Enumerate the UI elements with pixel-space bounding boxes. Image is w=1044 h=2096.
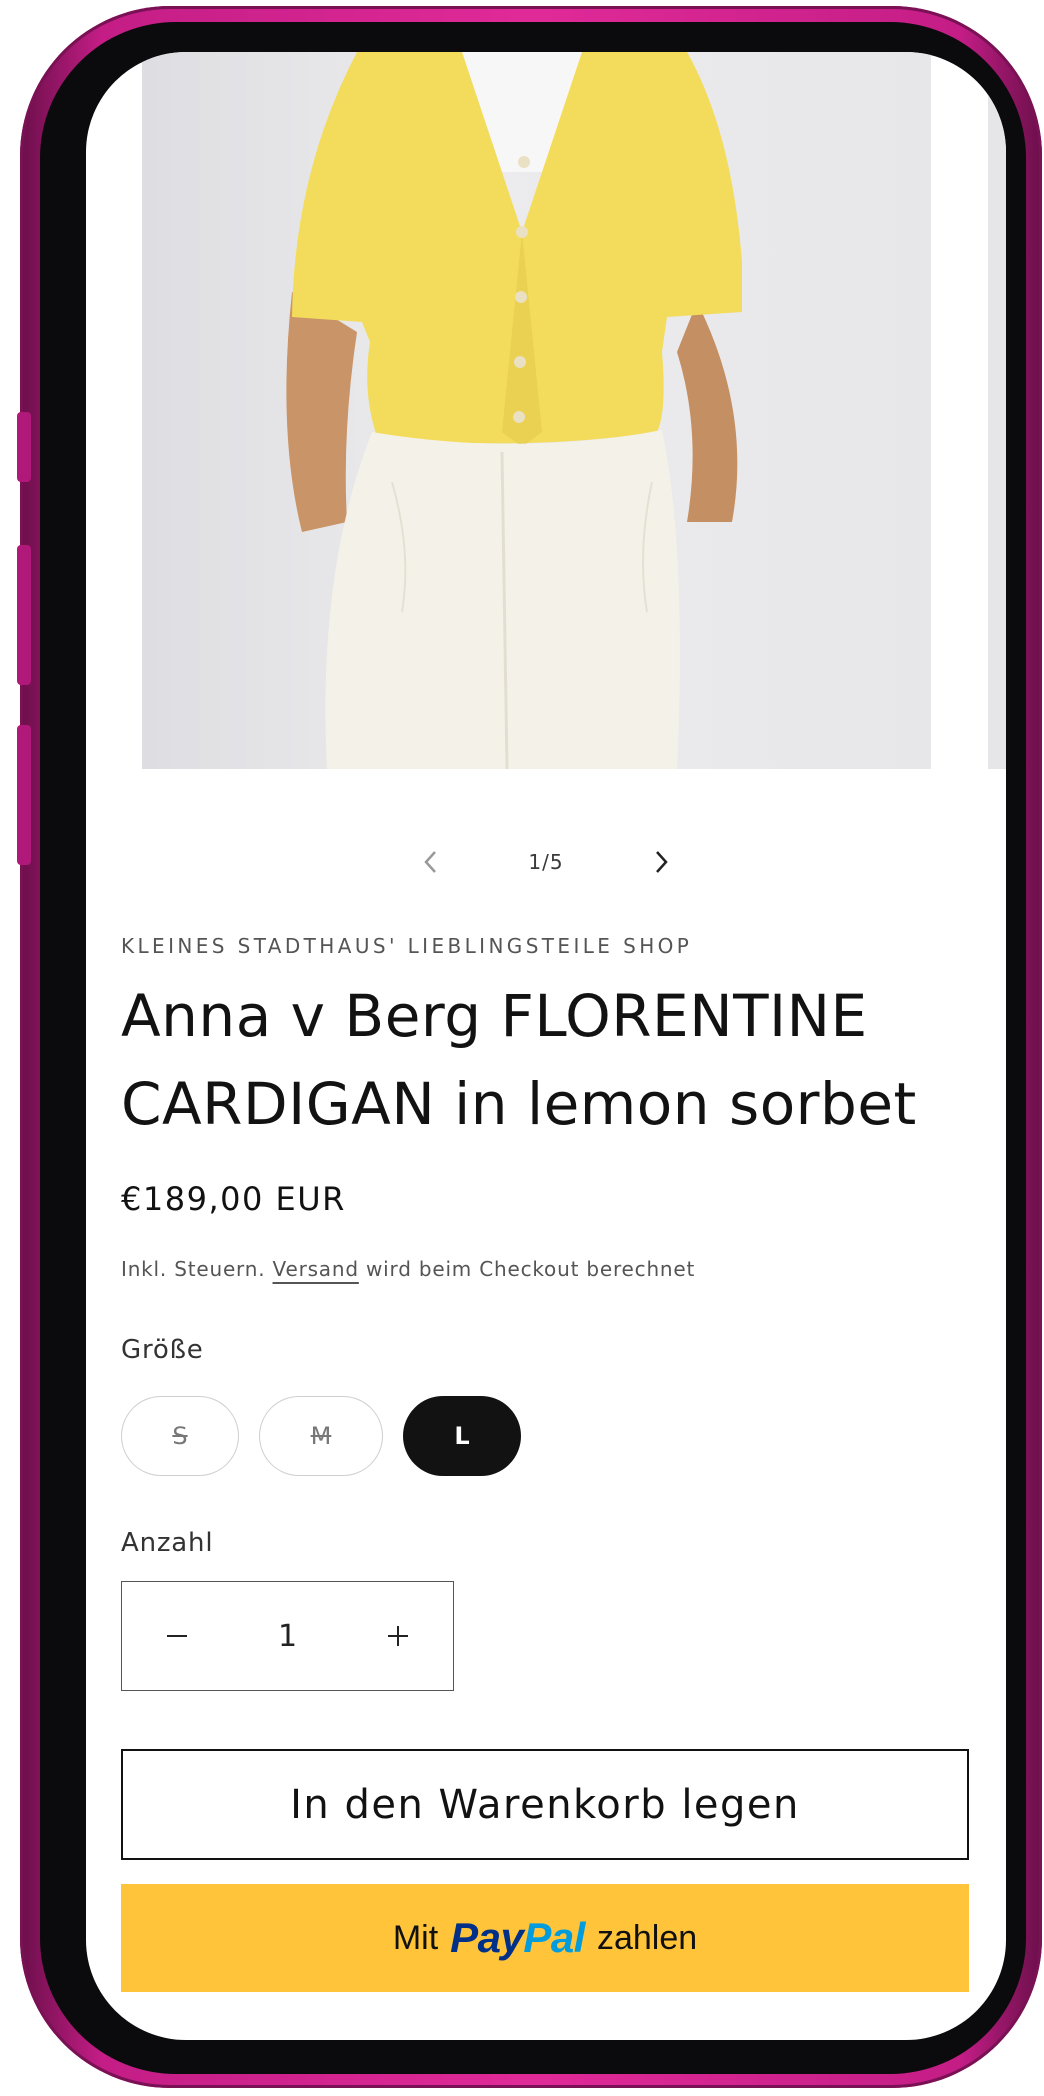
tax-note-suffix: wird beim Checkout berechnet <box>366 1257 696 1281</box>
phone-volume-up-button <box>17 545 31 685</box>
tax-note-prefix: Inkl. Steuern. <box>121 1257 266 1281</box>
next-slide-button[interactable] <box>631 832 691 892</box>
product-title: Anna v Berg FLORENTINE CARDIGAN in lemon… <box>121 982 917 1138</box>
size-option-l[interactable]: L <box>403 1396 521 1476</box>
increase-quantity-button[interactable] <box>343 1582 453 1690</box>
vendor-name: KLEINES STADTHAUS' LIEBLINGSTEILE SHOP <box>121 934 693 958</box>
minus-icon <box>167 1635 187 1637</box>
paypal-prefix: Mit <box>392 1918 439 1957</box>
paypal-checkout-button[interactable]: Mit PayPal zahlen <box>121 1884 969 1992</box>
phone-screen: 1/5 KLEINES STADTHAUS' LIEBLINGSTEILE SH… <box>86 52 1006 2040</box>
decrease-quantity-button[interactable] <box>122 1582 232 1690</box>
product-photo-illustration <box>286 52 742 769</box>
paypal-logo: PayPal <box>450 1914 585 1962</box>
add-to-cart-button[interactable]: In den Warenkorb legen <box>121 1749 969 1860</box>
previous-slide-button[interactable] <box>401 832 461 892</box>
paypal-suffix: zahlen <box>596 1918 698 1957</box>
chevron-left-icon <box>424 851 436 873</box>
phone-side-button <box>17 412 31 482</box>
size-option-s[interactable]: S <box>121 1396 239 1476</box>
size-option-m[interactable]: M <box>259 1396 383 1476</box>
chevron-right-icon <box>656 851 668 873</box>
product-price: €189,00 EUR <box>121 1180 346 1218</box>
size-label: Größe <box>121 1335 204 1365</box>
slider-navigation: 1/5 <box>86 832 1006 892</box>
next-slide-preview[interactable] <box>988 52 1006 769</box>
size-options: S M L <box>121 1396 521 1476</box>
paypal-logo-pay: Pay <box>450 1914 524 1961</box>
quantity-label: Anzahl <box>121 1528 214 1558</box>
plus-icon <box>388 1626 408 1646</box>
tax-shipping-note: Inkl. Steuern. Versand wird beim Checkou… <box>121 1257 695 1281</box>
slide-counter: 1/5 <box>528 850 564 874</box>
shipping-link[interactable]: Versand <box>273 1257 359 1281</box>
paypal-logo-pal: Pal <box>523 1914 585 1961</box>
product-image[interactable] <box>142 52 931 769</box>
phone-volume-down-button <box>17 725 31 865</box>
quantity-stepper: 1 <box>121 1581 454 1691</box>
quantity-input[interactable]: 1 <box>232 1619 343 1654</box>
